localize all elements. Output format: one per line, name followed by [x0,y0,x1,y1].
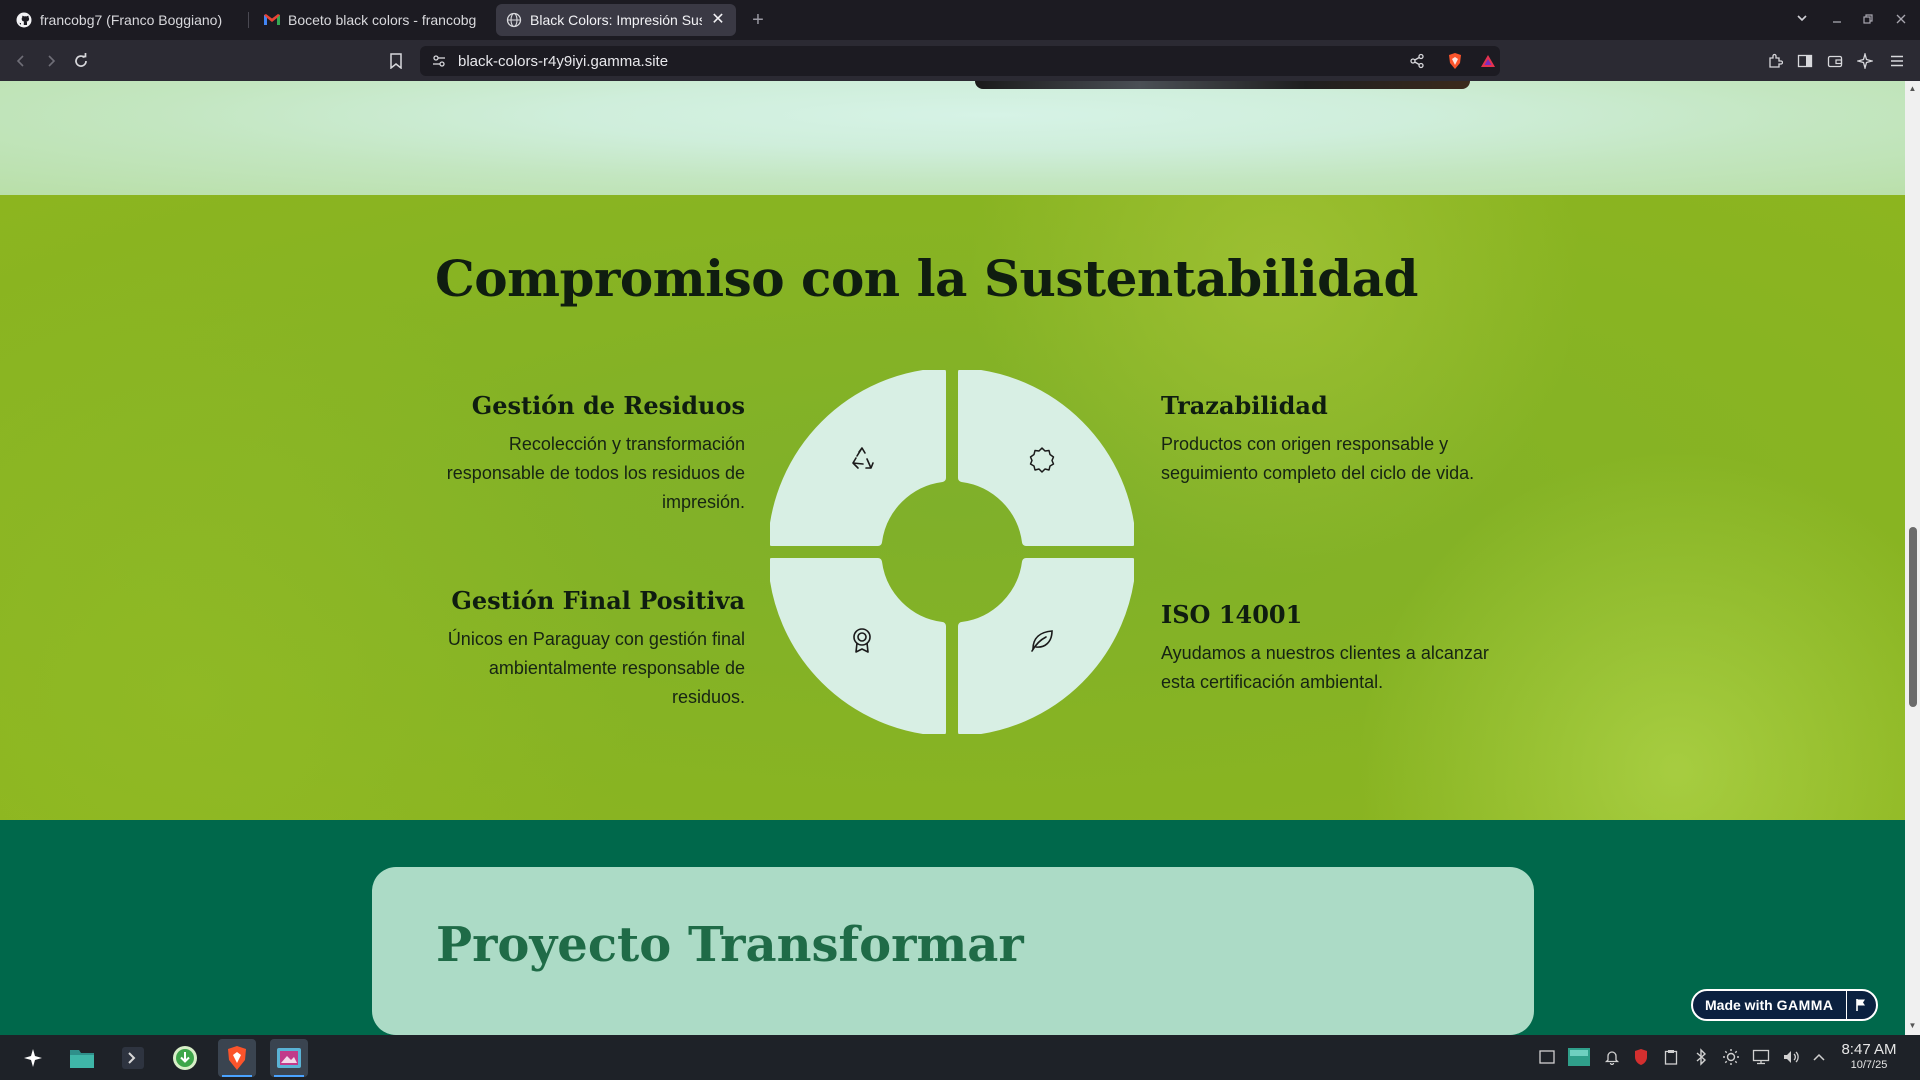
tab-label: francobg7 (Franco Boggiano) [40,12,223,28]
workspace-pager-icon[interactable] [1567,1047,1591,1067]
app-launcher-icon[interactable] [14,1039,52,1077]
leaf-icon [1026,624,1058,656]
feature-title: Gestión Final Positiva [451,586,745,615]
tab-separator [248,12,249,28]
tab-github[interactable]: francobg7 (Franco Boggiano) [6,4,244,36]
made-with-gamma-badge[interactable]: Made with GAMMA [1691,989,1878,1021]
tab-label: Black Colors: Impresión Sust [530,12,702,28]
system-clock[interactable]: 8:47 AM 10/7/25 [1834,1041,1904,1071]
github-icon [16,12,32,28]
notifications-icon[interactable] [1602,1047,1622,1067]
badge-label: Made with GAMMA [1693,997,1846,1013]
tab-list-chevron-icon[interactable] [1790,8,1814,32]
brightness-icon[interactable] [1721,1047,1741,1067]
download-manager-icon[interactable] [166,1039,204,1077]
leo-ai-icon[interactable] [1852,48,1878,74]
feature-final-management: Gestión Final Positiva Únicos en Paragua… [425,586,745,712]
recycle-icon [846,444,878,476]
share-icon[interactable] [1404,46,1430,76]
feature-waste-management: Gestión de Residuos Recolección y transf… [425,391,745,517]
new-tab-button[interactable]: + [746,8,770,32]
flag-icon[interactable] [1845,991,1876,1019]
feature-text: Ayudamos a nuestros clientes a alcanzar … [1161,643,1489,692]
menu-icon[interactable] [1884,48,1910,74]
feature-title: ISO 14001 [1161,600,1303,629]
hero-image-edge [975,81,1470,89]
card-title: Proyecto Transformar [436,917,1024,973]
gmail-icon [264,12,280,28]
brave-rewards-icon[interactable] [1475,46,1501,76]
feature-text: Productos con origen responsable y segui… [1161,434,1475,483]
brave-shields-icon[interactable] [1442,46,1468,76]
badge-brand: GAMMA [1776,997,1834,1013]
back-icon[interactable] [8,48,34,74]
terminal-icon[interactable] [114,1039,152,1077]
tab-gmail[interactable]: Boceto black colors - francobg7@ [254,4,486,36]
globe-icon [506,12,522,28]
taskbar: 8:47 AM 10/7/25 [0,1035,1920,1080]
network-icon[interactable] [1751,1047,1771,1067]
tab-gamma-active[interactable]: Black Colors: Impresión Sust ✕ [496,4,736,36]
badge-prefix: Made with [1705,997,1777,1013]
forward-icon[interactable] [38,48,64,74]
bluetooth-icon[interactable] [1691,1047,1711,1067]
reload-icon[interactable] [68,48,94,74]
active-indicator [274,1075,304,1077]
volume-icon[interactable] [1781,1047,1801,1067]
browser-toolbar: black-colors-r4y9iyi.gamma.site [0,40,1920,81]
clipboard-icon[interactable] [1661,1047,1681,1067]
browser-tab-bar: francobg7 (Franco Boggiano) Boceto black… [0,0,1920,40]
feature-iso-14001: ISO 14001 Ayudamos a nuestros clientes a… [1161,600,1491,697]
tab-label: Boceto black colors - francobg7@ [288,12,476,28]
feature-text: Recolección y transformación responsable… [446,434,745,512]
previous-section-background [0,81,1905,195]
cycle-diagram [768,368,1136,736]
page-scrollbar[interactable]: ▲ ▼ [1905,81,1920,1035]
scroll-up-icon[interactable]: ▲ [1908,84,1917,93]
image-viewer-icon[interactable] [270,1039,308,1077]
show-desktop-icon[interactable] [1537,1047,1557,1067]
url-text: black-colors-r4y9iyi.gamma.site [458,53,669,70]
close-window-icon[interactable] [1889,8,1913,32]
address-bar[interactable]: black-colors-r4y9iyi.gamma.site [420,46,1500,76]
sidebar-icon[interactable] [1792,48,1818,74]
proyecto-transformar-card: Proyecto Transformar [372,867,1534,1035]
bookmark-icon[interactable] [383,48,409,74]
badge-check-icon [1026,444,1058,476]
feature-traceability: Trazabilidad Productos con origen respon… [1161,391,1481,488]
section-title: Compromiso con la Sustentabilidad [435,249,1419,308]
scroll-down-icon[interactable]: ▼ [1908,1021,1917,1030]
tray-expand-chevron-icon[interactable] [1809,1047,1829,1067]
clock-date: 10/7/25 [1850,1059,1888,1071]
feature-title: Trazabilidad [1161,391,1328,420]
clock-time: 8:47 AM [1841,1041,1897,1058]
file-manager-icon[interactable] [63,1039,101,1077]
site-settings-icon[interactable] [426,46,452,76]
cycle-diagram-shape [768,368,1136,736]
wallet-icon[interactable] [1822,48,1848,74]
extensions-icon[interactable] [1762,48,1788,74]
feature-text: Únicos en Paraguay con gestión final amb… [447,629,745,707]
security-shield-icon[interactable] [1631,1047,1651,1067]
close-tab-icon[interactable]: ✕ [708,10,728,30]
minimize-icon[interactable] [1825,8,1849,32]
feature-title: Gestión de Residuos [471,391,745,420]
scroll-thumb[interactable] [1909,527,1917,707]
active-indicator [222,1075,252,1077]
award-icon [846,624,878,656]
brave-browser-taskbar-icon[interactable] [218,1039,256,1077]
restore-icon[interactable] [1856,8,1880,32]
